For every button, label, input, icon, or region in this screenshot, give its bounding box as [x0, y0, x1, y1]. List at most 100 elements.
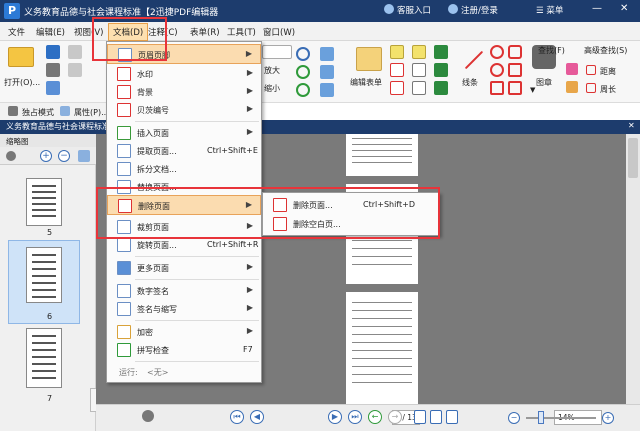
sign-initials-icon: [117, 302, 131, 316]
distance-label[interactable]: 距离: [600, 66, 616, 77]
menu-file[interactable]: 文件: [8, 26, 25, 38]
typewriter-icon[interactable]: [412, 45, 426, 59]
menu-item-extract-pages[interactable]: 提取页面... Ctrl+Shift+E: [107, 141, 261, 161]
rotate-icon[interactable]: [296, 65, 310, 79]
properties-button[interactable]: 属性(P)...: [74, 107, 109, 118]
find-button[interactable]: 查找(F): [538, 45, 565, 56]
stamp-label[interactable]: 图章: [536, 77, 552, 88]
zoom-in-button[interactable]: +: [602, 412, 614, 424]
zoom-slider-knob[interactable]: [538, 411, 544, 424]
menu-item-digital-signature[interactable]: 数字签名 ▶: [107, 281, 261, 301]
minimize-button[interactable]: —: [592, 3, 602, 14]
thumb-zoom-in-icon[interactable]: +: [40, 150, 52, 162]
perimeter-label[interactable]: 周长: [600, 84, 616, 95]
login-button[interactable]: 注册/登录: [448, 4, 498, 16]
zoom-in-icon[interactable]: [296, 47, 310, 61]
callout-icon[interactable]: [390, 81, 404, 95]
menu-window[interactable]: 窗口(W): [263, 26, 295, 38]
refresh-icon[interactable]: [296, 83, 310, 97]
zoom-dropdown[interactable]: [262, 45, 292, 59]
menu-item-sign-initials[interactable]: 签名与缩写 ▶: [107, 299, 261, 319]
first-page-button[interactable]: ⏮: [230, 410, 244, 424]
arrow-shape-icon[interactable]: [508, 81, 522, 95]
close-tab-icon[interactable]: ✕: [628, 121, 635, 130]
thumbnail-page-5[interactable]: [26, 178, 62, 226]
menu-item-spell-check[interactable]: 拼写检查 F7: [107, 340, 261, 360]
thumbnail-page-6[interactable]: [26, 247, 62, 303]
menu-form[interactable]: 表单(R): [190, 26, 220, 38]
print-icon[interactable]: [46, 63, 60, 77]
undo-icon[interactable]: [68, 45, 82, 59]
facing-page-icon[interactable]: [446, 410, 458, 424]
edit-content-icon[interactable]: [320, 65, 334, 79]
menu-edit[interactable]: 编辑(E): [36, 26, 65, 38]
pencil-icon[interactable]: [566, 81, 578, 93]
edit-form-label[interactable]: 编辑表单: [350, 77, 382, 88]
oval-icon[interactable]: [490, 45, 504, 59]
menu-tools[interactable]: 工具(T): [227, 26, 256, 38]
highlight-icon[interactable]: [434, 45, 448, 59]
text-box-icon[interactable]: [390, 45, 404, 59]
thumbnail-page-7[interactable]: [26, 328, 62, 388]
underline-icon[interactable]: [434, 63, 448, 77]
status-settings-icon[interactable]: [142, 410, 154, 422]
zoom-out-label[interactable]: 缩小: [264, 83, 280, 94]
zoom-out-button[interactable]: −: [508, 412, 520, 424]
eraser-icon[interactable]: [566, 63, 578, 75]
zoom-in-label[interactable]: 放大: [264, 65, 280, 76]
note-icon[interactable]: [412, 63, 426, 77]
menu-button[interactable]: ☰ 菜单: [536, 4, 563, 16]
continuous-page-icon[interactable]: [430, 410, 442, 424]
split-document-icon: [117, 162, 131, 176]
edit-form-icon[interactable]: [356, 47, 382, 71]
customer-service-button[interactable]: 客服入口: [384, 4, 431, 16]
document-tab[interactable]: 义务教育品德与社会课程标准: [2, 120, 110, 134]
redo-icon[interactable]: [68, 63, 82, 77]
next-page-button[interactable]: ▶: [328, 410, 342, 424]
menu-item-insert-pages[interactable]: 插入页面 ▶: [107, 123, 261, 143]
stamp-dropdown-icon[interactable]: ▼: [530, 86, 535, 94]
link-icon[interactable]: [320, 83, 334, 97]
menu-item-shortcut: F7: [243, 345, 253, 354]
line-tool-icon[interactable]: [464, 50, 484, 70]
email-icon[interactable]: [46, 81, 60, 95]
thumb-insert-icon[interactable]: [78, 150, 90, 162]
advanced-find-button[interactable]: 高级查找(S): [584, 45, 627, 56]
last-page-button[interactable]: ⏭: [348, 410, 362, 424]
menu-separator: [135, 121, 259, 122]
scrollbar-thumb[interactable]: [628, 138, 638, 178]
zoom-slider[interactable]: [526, 417, 596, 419]
menu-item-bates[interactable]: 贝茨编号 ▶: [107, 100, 261, 120]
strikeout-icon[interactable]: [434, 81, 448, 95]
document-page: [346, 292, 418, 404]
text-field-icon[interactable]: [390, 63, 404, 77]
prev-page-button[interactable]: ◀: [250, 410, 264, 424]
polyline-icon[interactable]: [508, 63, 522, 77]
menu-item-background[interactable]: 背景 ▶: [107, 82, 261, 102]
open-label[interactable]: 打开(O)...: [4, 77, 40, 88]
thumb-settings-icon[interactable]: [6, 151, 16, 161]
menu-item-encrypt[interactable]: 加密 ▶: [107, 322, 261, 342]
menu-item-watermark[interactable]: 水印 ▶: [107, 64, 261, 84]
line-label[interactable]: 线条: [462, 77, 478, 88]
cloud-icon[interactable]: [490, 63, 504, 77]
distance-icon[interactable]: [586, 65, 596, 75]
close-button[interactable]: ✕: [620, 3, 628, 14]
run-value[interactable]: <无>: [147, 367, 168, 378]
submenu-arrow-icon: ▶: [246, 86, 253, 95]
forward-button[interactable]: →: [388, 410, 402, 424]
back-button[interactable]: ←: [368, 410, 382, 424]
menu-item-more-pages[interactable]: 更多页面 ▶: [107, 258, 261, 278]
perimeter-icon[interactable]: [586, 83, 596, 93]
polygon-icon[interactable]: [508, 45, 522, 59]
exclusive-mode-button[interactable]: 独占模式: [22, 107, 54, 118]
select-text-icon[interactable]: [320, 47, 334, 61]
vertical-scrollbar[interactable]: [626, 134, 640, 404]
thumb-zoom-out-icon[interactable]: −: [58, 150, 70, 162]
save-icon[interactable]: [46, 45, 60, 59]
rectangle-icon[interactable]: [490, 81, 504, 95]
folder-icon[interactable]: [8, 47, 34, 67]
attach-icon[interactable]: [412, 81, 426, 95]
menu-item-split-document[interactable]: 拆分文档...: [107, 159, 261, 179]
single-page-icon[interactable]: [414, 410, 426, 424]
